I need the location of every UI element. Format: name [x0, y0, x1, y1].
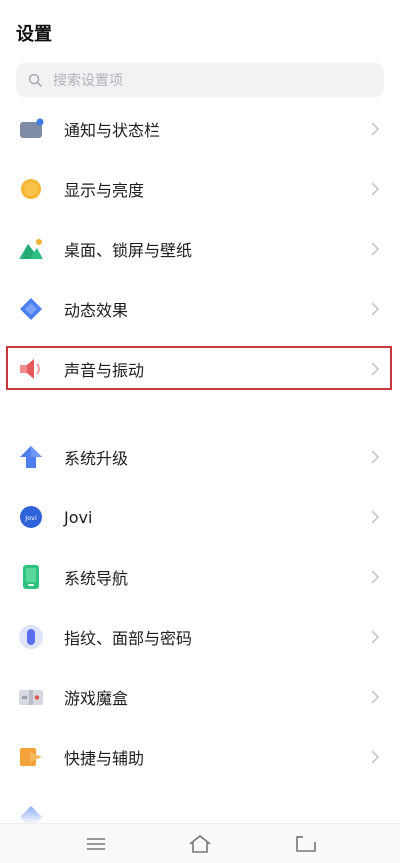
- chevron-right-icon: [371, 510, 380, 524]
- settings-item-label: 桌面、锁屏与壁纸: [64, 241, 193, 260]
- settings-item-system-navigation[interactable]: 系统导航: [0, 551, 400, 603]
- settings-item-label: 指纹、面部与密码: [64, 629, 193, 648]
- settings-item-fingerprint-face-password[interactable]: 指纹、面部与密码: [0, 611, 400, 663]
- shortcuts-assist-icon: [18, 744, 44, 770]
- page-title: 设置: [16, 24, 52, 45]
- chevron-right-icon: [371, 122, 380, 136]
- chevron-right-icon: [371, 690, 380, 704]
- settings-item-label: 游戏魔盒: [64, 689, 129, 708]
- settings-item-game-box[interactable]: 游戏魔盒: [0, 671, 400, 723]
- search-placeholder: 搜索设置项: [53, 73, 123, 89]
- settings-item-label: 系统导航: [64, 569, 129, 588]
- chevron-right-icon: [371, 450, 380, 464]
- chevron-right-icon: [371, 242, 380, 256]
- menu-button[interactable]: [82, 832, 110, 856]
- settings-item-label: 显示与亮度: [64, 181, 145, 200]
- chevron-right-icon: [371, 302, 380, 316]
- settings-item-label: Jovi: [64, 507, 93, 527]
- settings-item-label: 动态效果: [64, 301, 129, 320]
- settings-item-jovi[interactable]: Jovi Jovi: [0, 491, 400, 543]
- system-navigation-icon: [18, 564, 44, 590]
- chevron-right-icon: [371, 570, 380, 584]
- settings-item-label: 系统升级: [64, 449, 129, 468]
- display-brightness-icon: [18, 176, 44, 202]
- highlight-box: [6, 346, 392, 390]
- search-input[interactable]: 搜索设置项: [16, 63, 384, 97]
- settings-item-motion[interactable]: 动态效果: [0, 283, 400, 335]
- motion-effects-icon: [18, 296, 44, 322]
- notification-statusbar-icon: [18, 116, 44, 142]
- settings-item-label: 快捷与辅助: [64, 749, 145, 768]
- wallpaper-icon: [18, 236, 44, 262]
- back-button[interactable]: [292, 832, 320, 856]
- home-icon: [189, 834, 211, 853]
- settings-item-wallpaper[interactable]: 桌面、锁屏与壁纸: [0, 223, 400, 275]
- system-navbar: [0, 823, 400, 863]
- chevron-right-icon: [371, 182, 380, 196]
- scroll-fade: [0, 795, 400, 825]
- settings-item-label: 通知与状态栏: [64, 121, 161, 140]
- menu-icon: [87, 838, 105, 850]
- search-icon: [28, 73, 42, 87]
- settings-item-shortcuts-assist[interactable]: 快捷与辅助: [0, 731, 400, 783]
- game-box-icon: [18, 684, 44, 710]
- svg-text:Jovi: Jovi: [24, 514, 37, 522]
- settings-item-display[interactable]: 显示与亮度: [0, 163, 400, 215]
- system-update-icon: [18, 444, 44, 470]
- chevron-right-icon: [371, 630, 380, 644]
- back-icon: [296, 836, 316, 852]
- settings-item-system-update[interactable]: 系统升级: [0, 431, 400, 483]
- jovi-icon: Jovi: [18, 504, 44, 530]
- home-button[interactable]: [186, 832, 214, 856]
- fingerprint-icon: [18, 624, 44, 650]
- chevron-right-icon: [371, 750, 380, 764]
- settings-item-notifications[interactable]: 通知与状态栏: [0, 103, 400, 155]
